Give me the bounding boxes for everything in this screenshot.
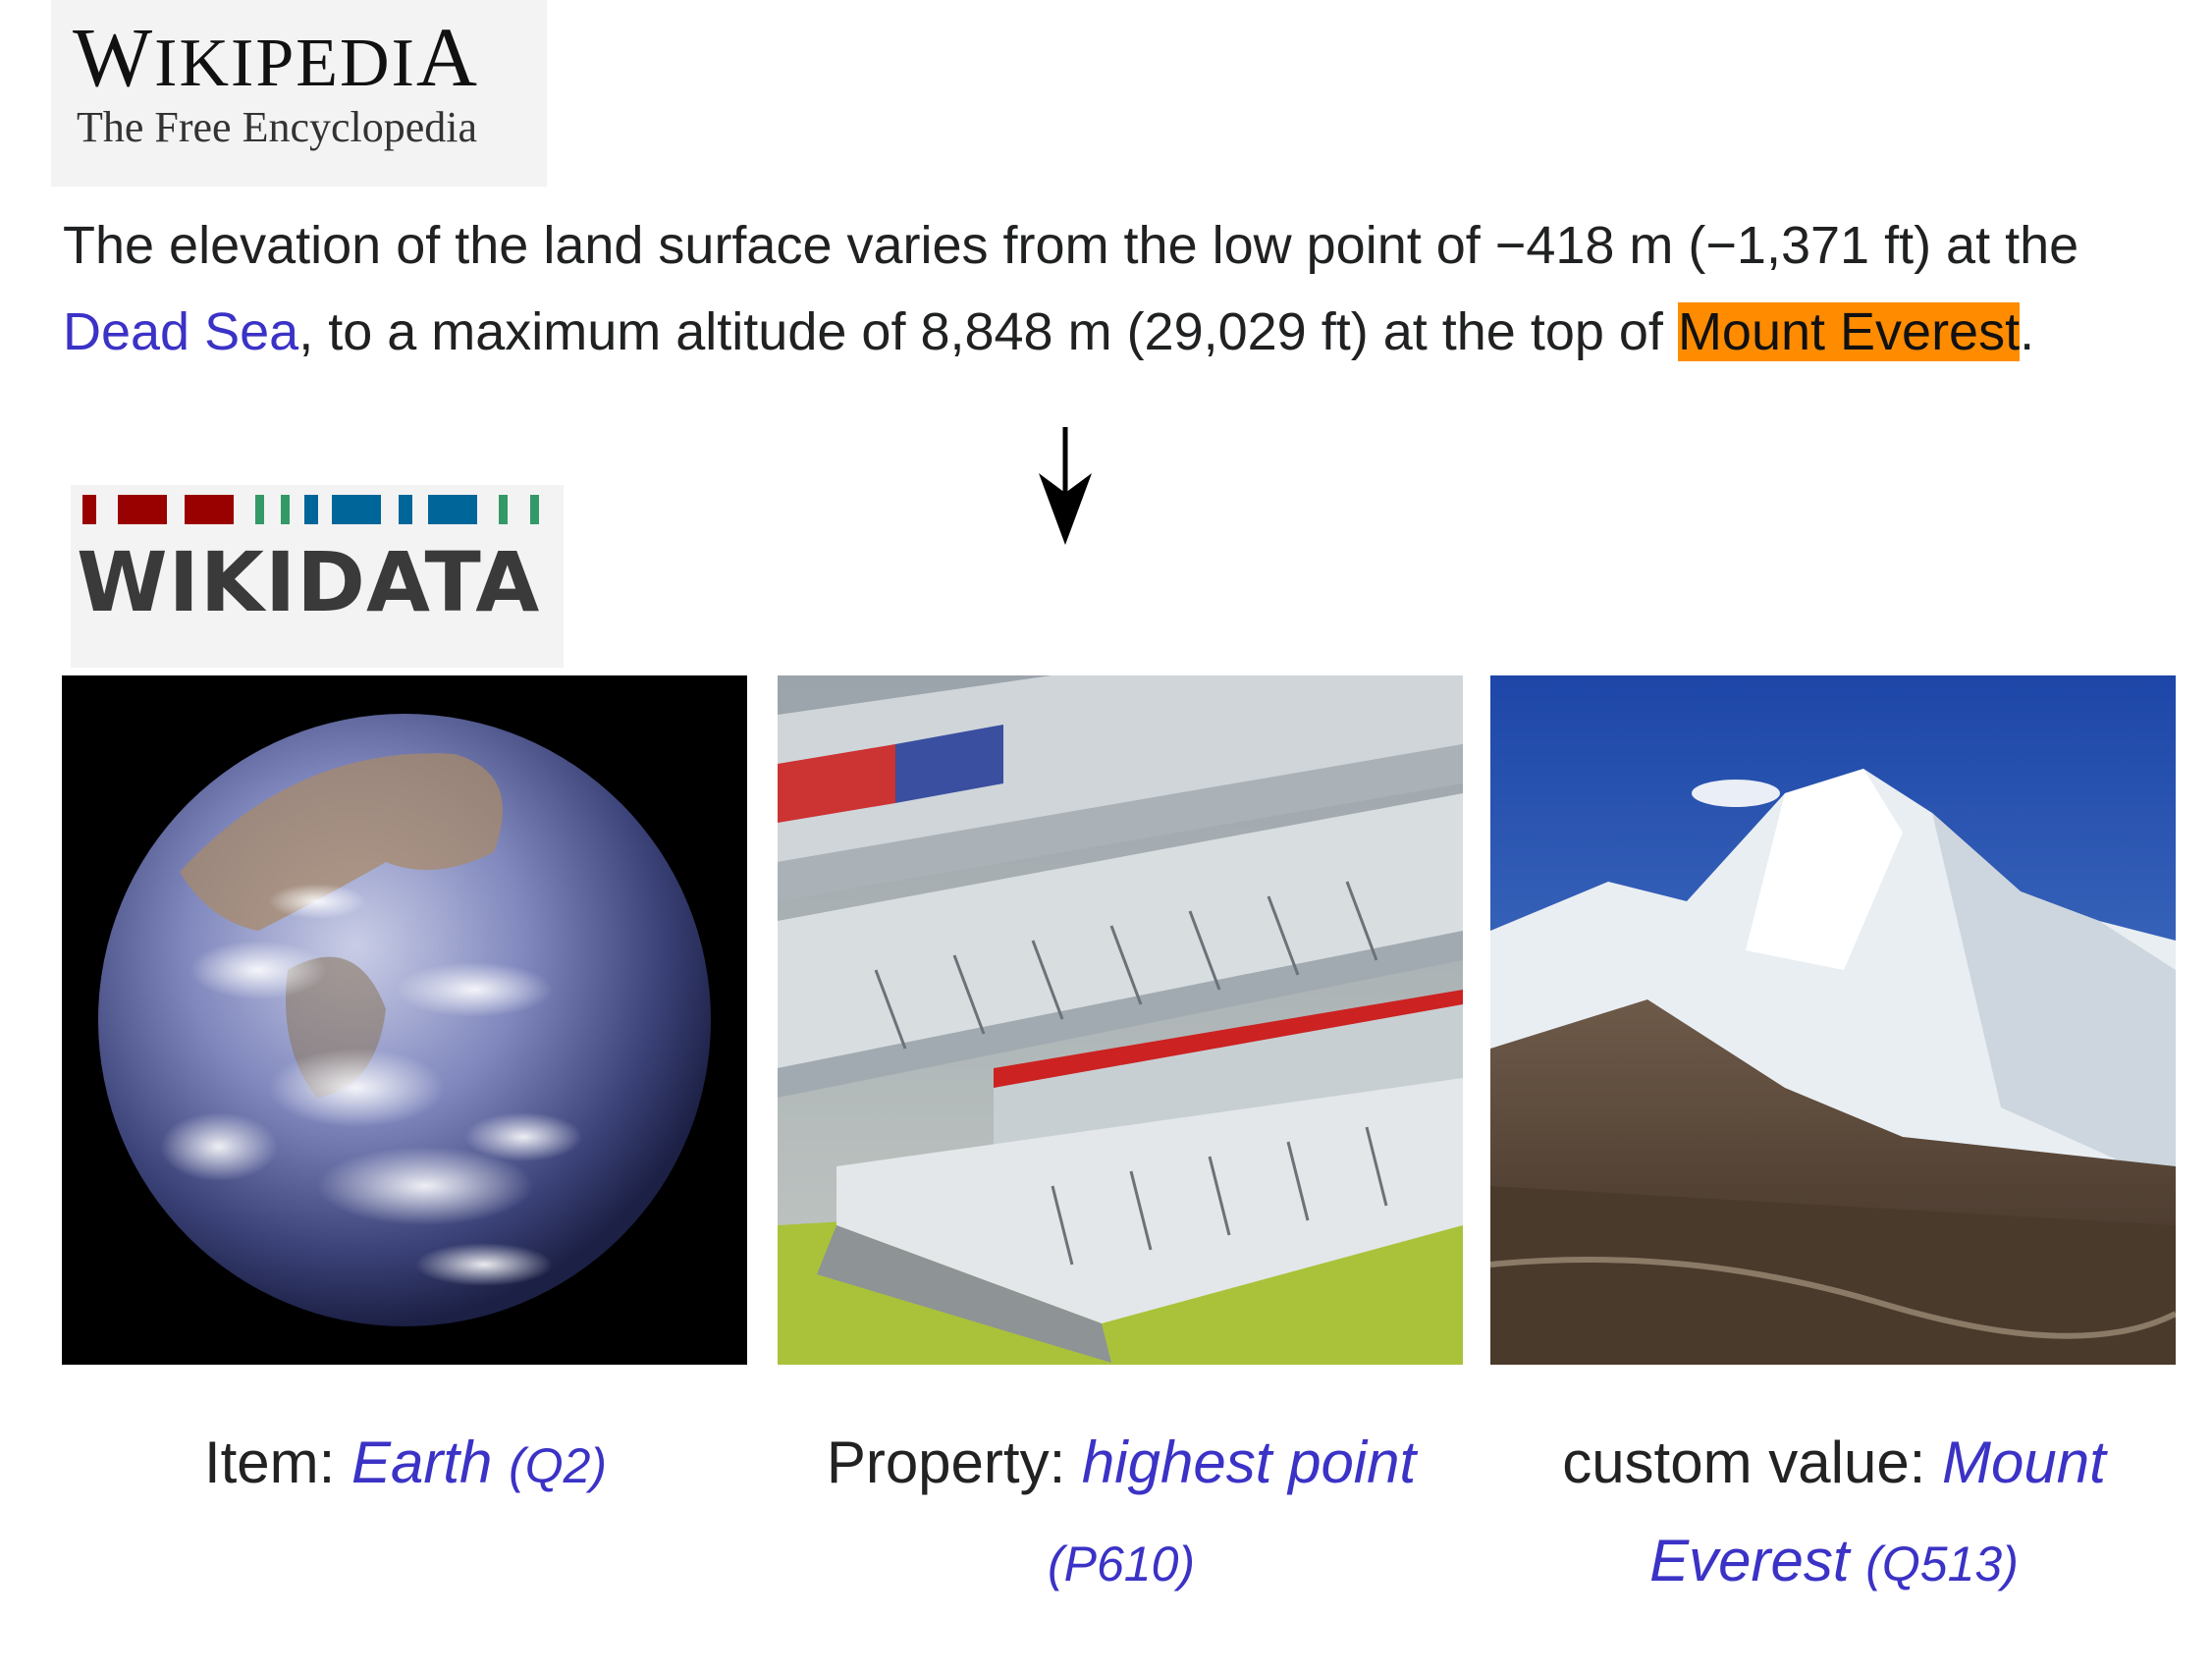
property-label: Property: [826,1429,1082,1495]
item-label: Item: [203,1429,351,1495]
wikidata-wordmark: WIKIDATA [77,534,541,630]
custom-value-label: custom value: [1562,1429,1943,1495]
paragraph-text-3: . [2020,302,2035,361]
highest-point-link[interactable]: highest point [1082,1429,1416,1495]
custom-value-caption: custom value: Mount Everest (Q513) [1490,1414,2178,1613]
property-pid[interactable]: (P610) [1048,1536,1195,1591]
earth-qid[interactable]: (Q2) [509,1438,607,1493]
down-arrow-icon [1039,427,1092,545]
wikipedia-logo: WIKIPEDIA The Free Encyclopedia [51,0,547,187]
wikidata-logo: WIKIDATA [71,485,564,668]
earth-photo [62,675,747,1365]
article-paragraph: The elevation of the land surface varies… [63,202,2184,375]
mount-everest-photo [1490,675,2176,1365]
wikipedia-tagline: The Free Encyclopedia [77,103,478,151]
paragraph-text-1: The elevation of the land surface varies… [63,216,2079,275]
wikipedia-wordmark: WIKIPEDIA [73,10,480,104]
folding-ruler-photo [778,675,1463,1365]
mount-everest-highlight: Mount Everest [1677,302,2021,361]
mount-everest-qid[interactable]: (Q513) [1865,1536,2019,1591]
item-caption: Item: Earth (Q2) [62,1414,749,1515]
paragraph-text-2: , to a maximum altitude of 8,848 m (29,0… [298,302,1678,361]
dead-sea-link[interactable]: Dead Sea [63,302,298,361]
property-caption: Property: highest point (P610) [778,1414,1465,1613]
wikidata-barcode-icon [82,495,539,524]
earth-link[interactable]: Earth [351,1429,492,1495]
